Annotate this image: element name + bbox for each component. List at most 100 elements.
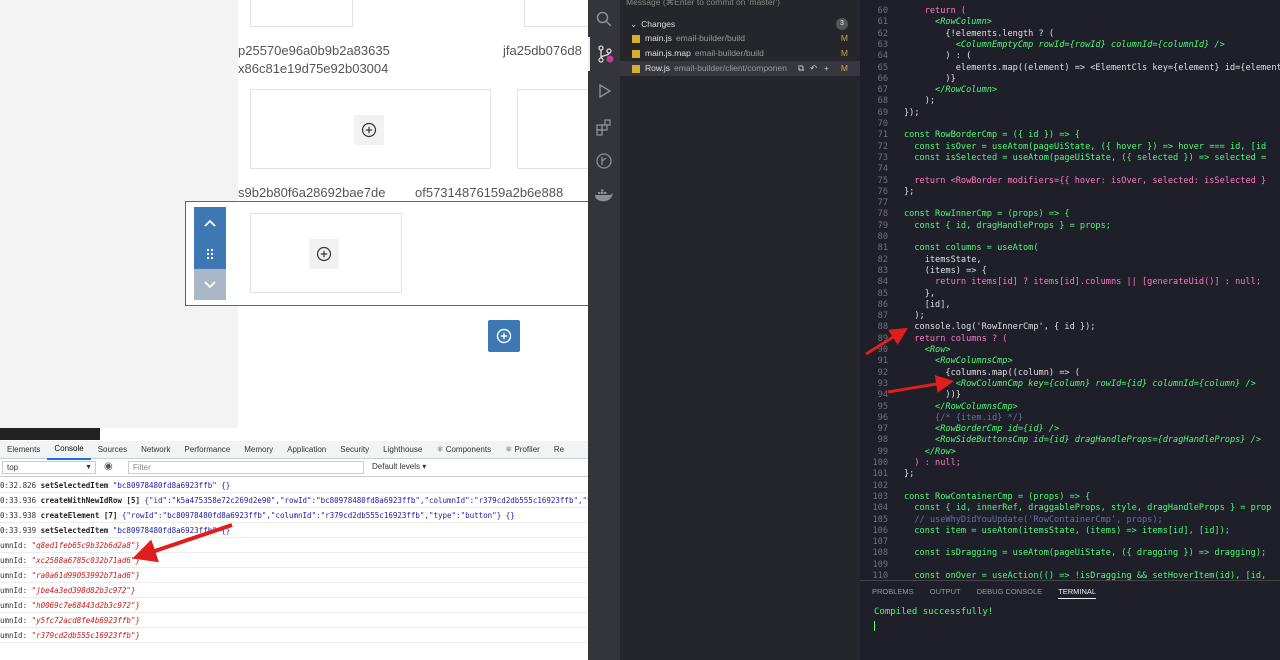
file-name: Row.js: [645, 63, 671, 73]
devtools-tab[interactable]: ⚛ Components: [429, 441, 498, 459]
panel-tab-problems[interactable]: PROBLEMS: [872, 587, 914, 596]
changed-file-item[interactable]: Row.js email-builder/client/componen ⧉ ↶ …: [620, 61, 860, 76]
column-id-label: x86c81e19d75e92b03004: [238, 61, 389, 76]
line-number: 77: [877, 198, 888, 209]
context-select[interactable]: top ▼: [2, 461, 96, 474]
code-line: 76};: [860, 187, 915, 198]
line-number: 90: [877, 345, 888, 355]
code-line: 65 elements.map((element) => <ElementCls…: [860, 63, 1280, 74]
activity-search[interactable]: [588, 2, 620, 36]
code-text: itemsState,: [904, 254, 982, 265]
changes-header[interactable]: ⌄ Changes: [620, 16, 860, 32]
activity-extensions[interactable]: [588, 110, 620, 144]
code-line: 70: [860, 119, 904, 130]
console-toolbar: top ▼ ◉ Filter Default levels ▾: [0, 459, 588, 477]
drag-handle[interactable]: [194, 238, 226, 269]
code-text: ))}: [904, 390, 961, 401]
line-number: 91: [877, 356, 888, 367]
line-number: 61: [877, 17, 888, 28]
eye-icon[interactable]: ◉: [104, 461, 113, 472]
code-text: return (: [904, 6, 967, 16]
devtools-tab[interactable]: Memory: [237, 441, 280, 459]
code-text: <RowColumn>: [904, 17, 992, 28]
column-cell[interactable]: [517, 89, 588, 169]
code-text: [id],: [904, 299, 951, 310]
code-line: 83 (items) => {: [860, 266, 987, 277]
panel-tab-debug-console[interactable]: DEBUG CONSOLE: [977, 587, 1042, 596]
devtools-tab[interactable]: Performance: [177, 441, 237, 459]
devtools-tab-console[interactable]: Console: [47, 440, 91, 460]
add-element-button[interactable]: [354, 115, 384, 145]
code-text: </Row>: [904, 446, 956, 457]
column-cell[interactable]: [250, 0, 353, 27]
file-name: main.js: [645, 33, 672, 43]
activity-git-graph[interactable]: [588, 144, 620, 178]
code-text: console.log('RowInnerCmp', { id });: [904, 322, 1096, 333]
line-number: 108: [872, 548, 888, 559]
devtools-tab[interactable]: ⚛ Profiler: [498, 441, 547, 459]
devtools-tab[interactable]: Network: [134, 441, 177, 459]
devtools-tab[interactable]: Sources: [91, 441, 134, 459]
code-text: </RowColumn>: [904, 85, 998, 96]
code-text: <RowColumnCmp key={column} rowId={id} co…: [904, 378, 1256, 389]
docker-icon: [595, 189, 613, 202]
stage-changes-icon[interactable]: +: [824, 61, 829, 76]
console-column-line: umnId: "xc2588a6785c032b71ad6"}: [0, 553, 588, 568]
discard-changes-icon[interactable]: ↶: [810, 61, 817, 76]
line-number: 101: [872, 469, 888, 480]
log-levels-select[interactable]: Default levels ▾: [372, 462, 426, 471]
devtools-tab[interactable]: Security: [333, 441, 376, 459]
code-line: 64 ) : (: [860, 51, 972, 62]
code-line: 109: [860, 560, 904, 571]
code-line: 100 ) : null;: [860, 458, 960, 469]
add-row-button[interactable]: [488, 320, 520, 352]
line-number: 63: [877, 39, 888, 50]
line-number: 82: [877, 254, 888, 265]
line-number: 74: [877, 164, 888, 175]
activity-docker[interactable]: [588, 178, 620, 212]
code-text: <RowSideButtonsCmp id={id} dragHandlePro…: [904, 435, 1261, 446]
file-status: M: [840, 63, 848, 73]
code-editor[interactable]: 60 return (61 <RowColumn> 62 {!elements.l…: [860, 0, 1280, 580]
code-text: });: [904, 107, 920, 118]
line-number: 81: [877, 243, 888, 254]
code-text: );: [904, 96, 936, 107]
commit-message-input[interactable]: Message (⌘Enter to commit on 'master'): [626, 0, 854, 11]
row-side-buttons: [194, 207, 226, 300]
devtools-tab[interactable]: Re: [547, 441, 571, 459]
activity-run-debug[interactable]: [588, 74, 620, 108]
devtools-tab[interactable]: Lighthouse: [376, 441, 429, 459]
line-number: 70: [877, 119, 888, 129]
panel-tab-terminal[interactable]: TERMINAL: [1058, 587, 1097, 599]
changed-file-item[interactable]: main.js email-builder/build M: [620, 31, 860, 46]
plus-circle-icon: [496, 328, 512, 344]
changed-file-item[interactable]: main.js.map email-builder/build M: [620, 46, 860, 61]
line-number: 89: [877, 333, 888, 344]
bottom-panel: PROBLEMS OUTPUT DEBUG CONSOLE TERMINAL C…: [860, 580, 1280, 660]
devtools-tab[interactable]: Application: [280, 441, 333, 459]
context-value: top: [7, 463, 19, 472]
add-element-button[interactable]: [309, 239, 339, 269]
move-row-down-button[interactable]: [194, 269, 226, 300]
line-number: 86: [877, 299, 888, 310]
panel-tab-output[interactable]: OUTPUT: [930, 587, 961, 596]
code-line: 102: [860, 481, 904, 492]
line-number: 83: [877, 265, 888, 276]
debug-icon: [599, 83, 612, 99]
line-number: 79: [877, 220, 888, 231]
column-cell[interactable]: [250, 89, 491, 169]
open-file-icon[interactable]: ⧉: [798, 61, 804, 76]
line-number: 106: [872, 525, 888, 536]
column-cell[interactable]: [250, 213, 402, 293]
move-row-up-button[interactable]: [194, 207, 226, 238]
column-cell[interactable]: [524, 0, 588, 27]
console-filter-input[interactable]: Filter: [128, 461, 364, 474]
code-line: 74: [860, 164, 904, 175]
code-line: 87 );: [860, 311, 925, 322]
log-payload: "bc80978480fd8a6923ffb" {}: [112, 526, 231, 535]
plus-circle-icon: [361, 122, 377, 138]
activity-source-control[interactable]: [588, 37, 620, 71]
devtools-tab[interactable]: Elements: [0, 441, 47, 459]
log-label: setSelectedItem: [40, 481, 109, 490]
line-number: 80: [877, 232, 888, 242]
